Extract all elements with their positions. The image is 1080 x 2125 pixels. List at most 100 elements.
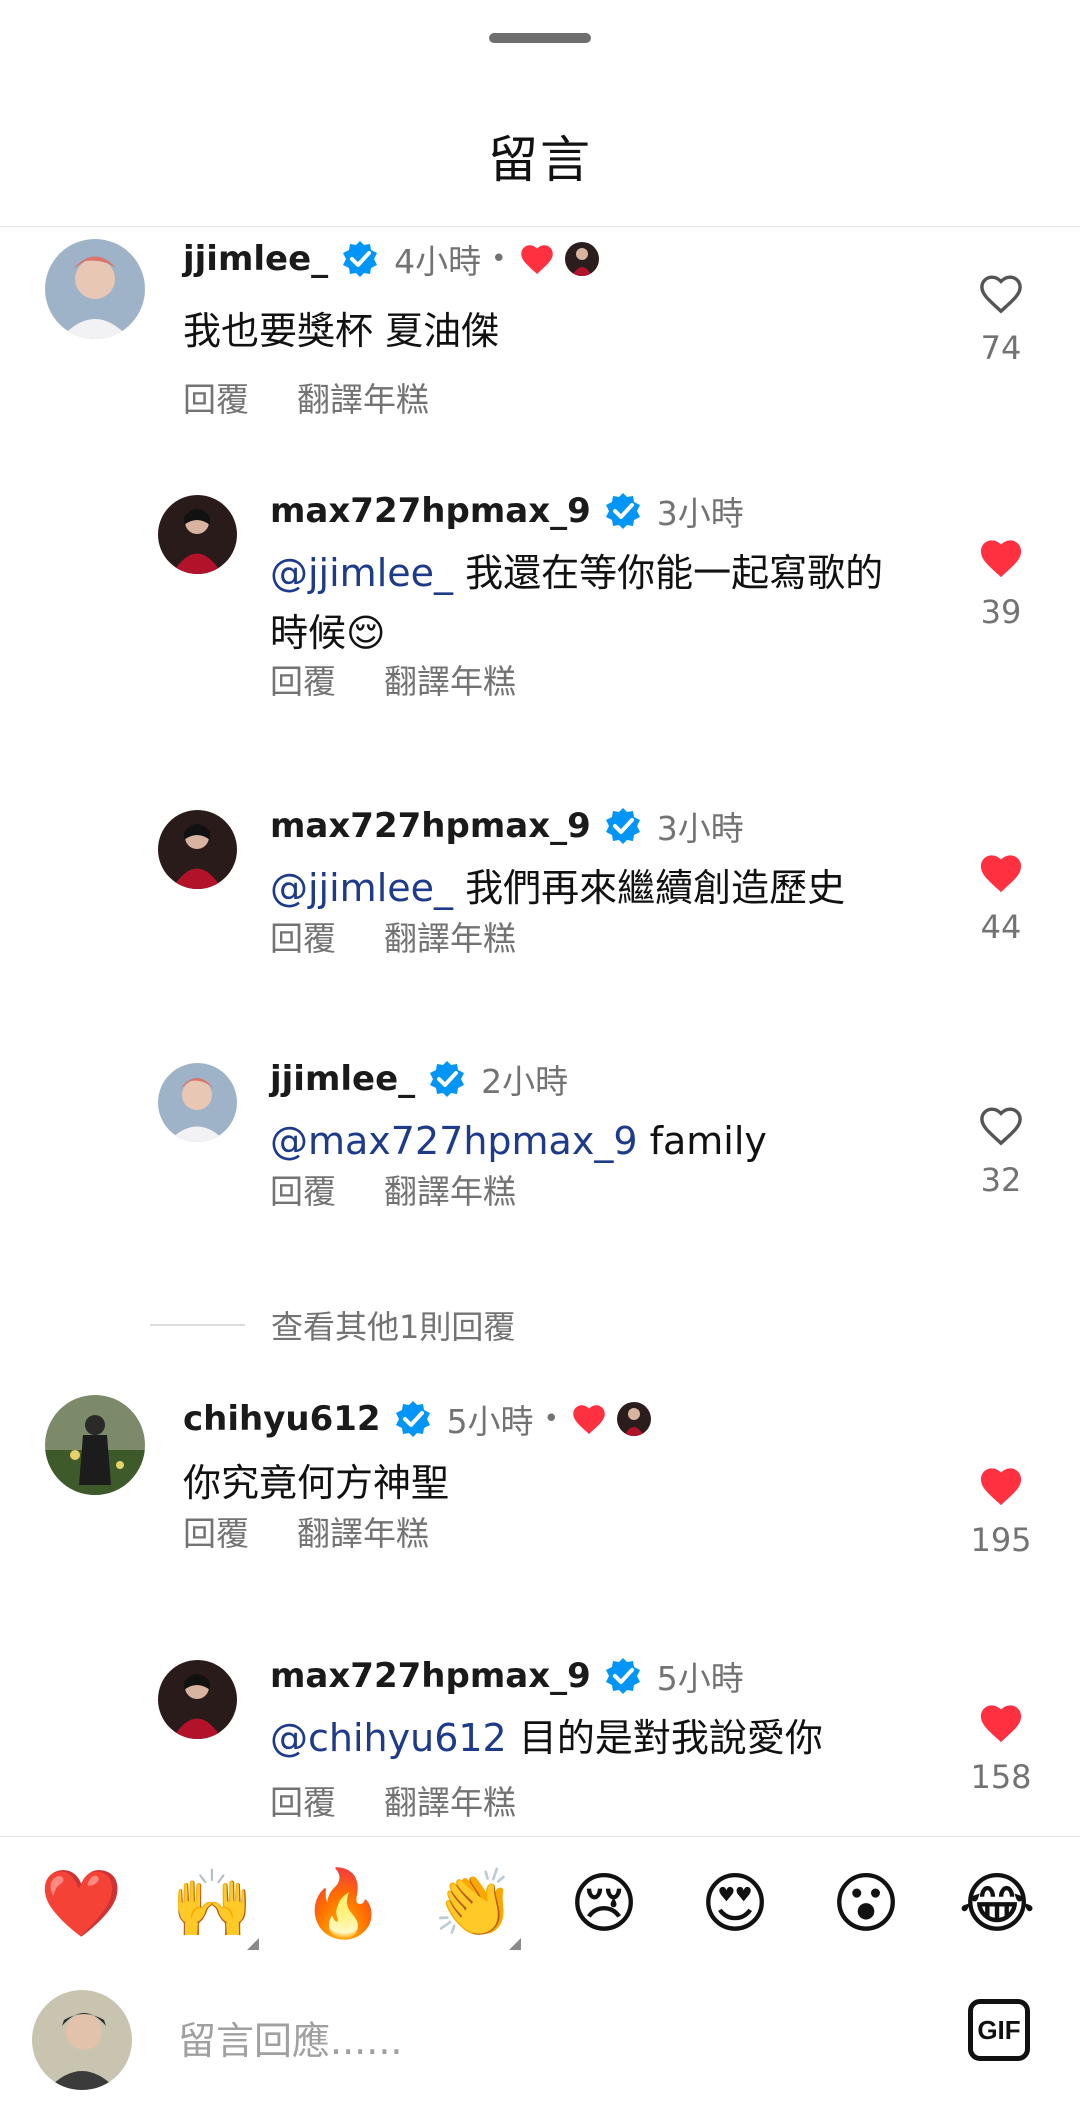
comment-body: family: [637, 1119, 767, 1163]
like-count: 39: [980, 593, 1022, 631]
avatar[interactable]: [158, 495, 237, 574]
comment-text: @jjimlee_ 我還在等你能一起寫歌的時候😌: [270, 543, 920, 663]
translate-button[interactable]: 翻譯年糕: [384, 1776, 516, 1824]
view-more-line: [150, 1324, 245, 1326]
skin-tone-indicator-icon: [247, 1938, 259, 1950]
translate-button[interactable]: 翻譯年糕: [297, 1507, 429, 1555]
emoji-raised-hands-button[interactable]: 🙌: [171, 1864, 253, 1944]
timestamp: 3小時: [656, 494, 744, 533]
username[interactable]: jjimlee_: [183, 239, 328, 279]
reply-button[interactable]: 回覆: [270, 912, 336, 960]
composer-divider: [0, 1836, 1080, 1837]
timestamp: 5小時: [656, 1659, 744, 1698]
comment-actions: 回覆 翻譯年糕: [183, 1507, 477, 1555]
reply-button[interactable]: 回覆: [270, 655, 336, 703]
comment-text: @max727hpmax_9 family: [270, 1111, 920, 1171]
author-avatar-mini: [564, 242, 599, 276]
mention-link[interactable]: @chihyu612: [270, 1716, 507, 1760]
comment-meta: jjimlee_ 4小時 •: [183, 235, 599, 283]
heart-filled-icon[interactable]: [978, 1702, 1024, 1744]
heart-filled-icon[interactable]: [978, 537, 1024, 579]
emoji-quick-bar: ❤️ 🙌 🔥 👏 😢 😍 😮 😂: [0, 1864, 1080, 1950]
avatar[interactable]: [158, 810, 237, 889]
comment-actions: 回覆 翻譯年糕: [270, 1165, 564, 1213]
emoji-heart-eyes-button[interactable]: 😍: [695, 1864, 775, 1944]
comment-input[interactable]: [176, 2010, 940, 2072]
verified-badge-icon: [605, 808, 640, 844]
like-control[interactable]: 32: [940, 1105, 1062, 1199]
verified-badge-icon: [395, 1401, 430, 1437]
like-count: 158: [970, 1758, 1032, 1796]
username[interactable]: jjimlee_: [270, 1059, 415, 1099]
username[interactable]: chihyu612: [183, 1399, 381, 1439]
heart-outline-icon[interactable]: [978, 273, 1024, 315]
author-avatar-mini: [616, 1402, 651, 1436]
emoji-crying-button[interactable]: 😢: [564, 1864, 644, 1944]
reply-button[interactable]: 回覆: [183, 373, 249, 421]
timestamp: 2小時: [481, 1062, 569, 1101]
emoji-heart-button[interactable]: ❤️: [40, 1864, 122, 1944]
avatar[interactable]: [45, 1395, 145, 1495]
like-count: 195: [970, 1521, 1032, 1559]
mention-link[interactable]: @jjimlee_: [270, 866, 453, 910]
comment-actions: 回覆 翻譯年糕: [183, 373, 477, 421]
translate-button[interactable]: 翻譯年糕: [384, 1165, 516, 1213]
verified-badge-icon: [430, 1061, 465, 1097]
heart-outline-icon[interactable]: [978, 1105, 1024, 1147]
reply-button[interactable]: 回覆: [270, 1165, 336, 1213]
username[interactable]: max727hpmax_9: [270, 491, 591, 531]
username[interactable]: max727hpmax_9: [270, 806, 591, 846]
translate-button[interactable]: 翻譯年糕: [297, 373, 429, 421]
separator-dot: •: [543, 1404, 559, 1434]
view-more-label[interactable]: 查看其他1則回覆: [271, 1302, 515, 1348]
comment-actions: 回覆 翻譯年糕: [270, 655, 564, 703]
timestamp: 5小時: [446, 1402, 534, 1441]
skin-tone-indicator-icon: [509, 1938, 521, 1950]
like-count: 74: [980, 329, 1022, 367]
reply-button[interactable]: 回覆: [183, 1507, 249, 1555]
translate-button[interactable]: 翻譯年糕: [384, 655, 516, 703]
verified-badge-icon: [605, 493, 640, 529]
like-control[interactable]: 39: [940, 537, 1062, 631]
like-count: 44: [980, 908, 1022, 946]
emoji-laughing-button[interactable]: 😂: [957, 1864, 1037, 1944]
translate-button[interactable]: 翻譯年糕: [384, 912, 516, 960]
like-control[interactable]: 44: [940, 852, 1062, 946]
comments-sheet: 留言 jjimlee_ 4小時 • 我也要獎杯 夏油傑 回覆 翻譯年糕 74 m…: [0, 0, 1080, 2125]
comment-text: 我也要獎杯 夏油傑: [183, 309, 500, 353]
heart-filled-icon[interactable]: [978, 852, 1024, 894]
reply-button[interactable]: 回覆: [270, 1776, 336, 1824]
username[interactable]: max727hpmax_9: [270, 1656, 591, 1696]
like-control[interactable]: 74: [940, 273, 1062, 367]
heart-filled-icon[interactable]: [978, 1465, 1024, 1507]
comment-meta: max727hpmax_9 5小時: [270, 1652, 744, 1700]
avatar[interactable]: [158, 1063, 237, 1142]
mention-link[interactable]: @jjimlee_: [270, 551, 453, 595]
verified-badge-icon: [605, 1658, 640, 1694]
comment-actions: 回覆 翻譯年糕: [270, 912, 564, 960]
comment-text: 你究竟何方神聖: [183, 1461, 450, 1505]
timestamp: 3小時: [656, 809, 744, 848]
emoji-fire-button[interactable]: 🔥: [302, 1864, 384, 1944]
like-control[interactable]: 195: [940, 1465, 1062, 1559]
emoji-surprised-button[interactable]: 😮: [826, 1864, 906, 1944]
view-more-replies[interactable]: 查看其他1則回覆: [150, 1302, 515, 1348]
author-liked-heart-icon: [573, 1405, 605, 1434]
separator-dot: •: [491, 244, 507, 274]
emoji-clap-button[interactable]: 👏: [433, 1864, 515, 1944]
mention-link[interactable]: @max727hpmax_9: [270, 1119, 638, 1163]
sheet-title: 留言: [488, 131, 592, 189]
avatar[interactable]: [45, 239, 145, 339]
comment-meta: max727hpmax_9 3小時: [270, 487, 744, 535]
comment-composer: GIF: [0, 1980, 1080, 2100]
comment-meta: chihyu612 5小時 •: [183, 1395, 651, 1443]
like-control[interactable]: 158: [940, 1702, 1062, 1796]
my-avatar: [32, 1990, 132, 2090]
like-count: 32: [980, 1161, 1022, 1199]
avatar[interactable]: [158, 1660, 237, 1739]
gif-button[interactable]: GIF: [968, 1999, 1030, 2061]
drag-handle[interactable]: [489, 33, 591, 43]
author-liked-heart-icon: [520, 245, 553, 274]
comment-list[interactable]: jjimlee_ 4小時 • 我也要獎杯 夏油傑 回覆 翻譯年糕 74 max7…: [0, 227, 1080, 1836]
comment-text: @jjimlee_ 我們再來繼續創造歷史: [270, 858, 920, 918]
